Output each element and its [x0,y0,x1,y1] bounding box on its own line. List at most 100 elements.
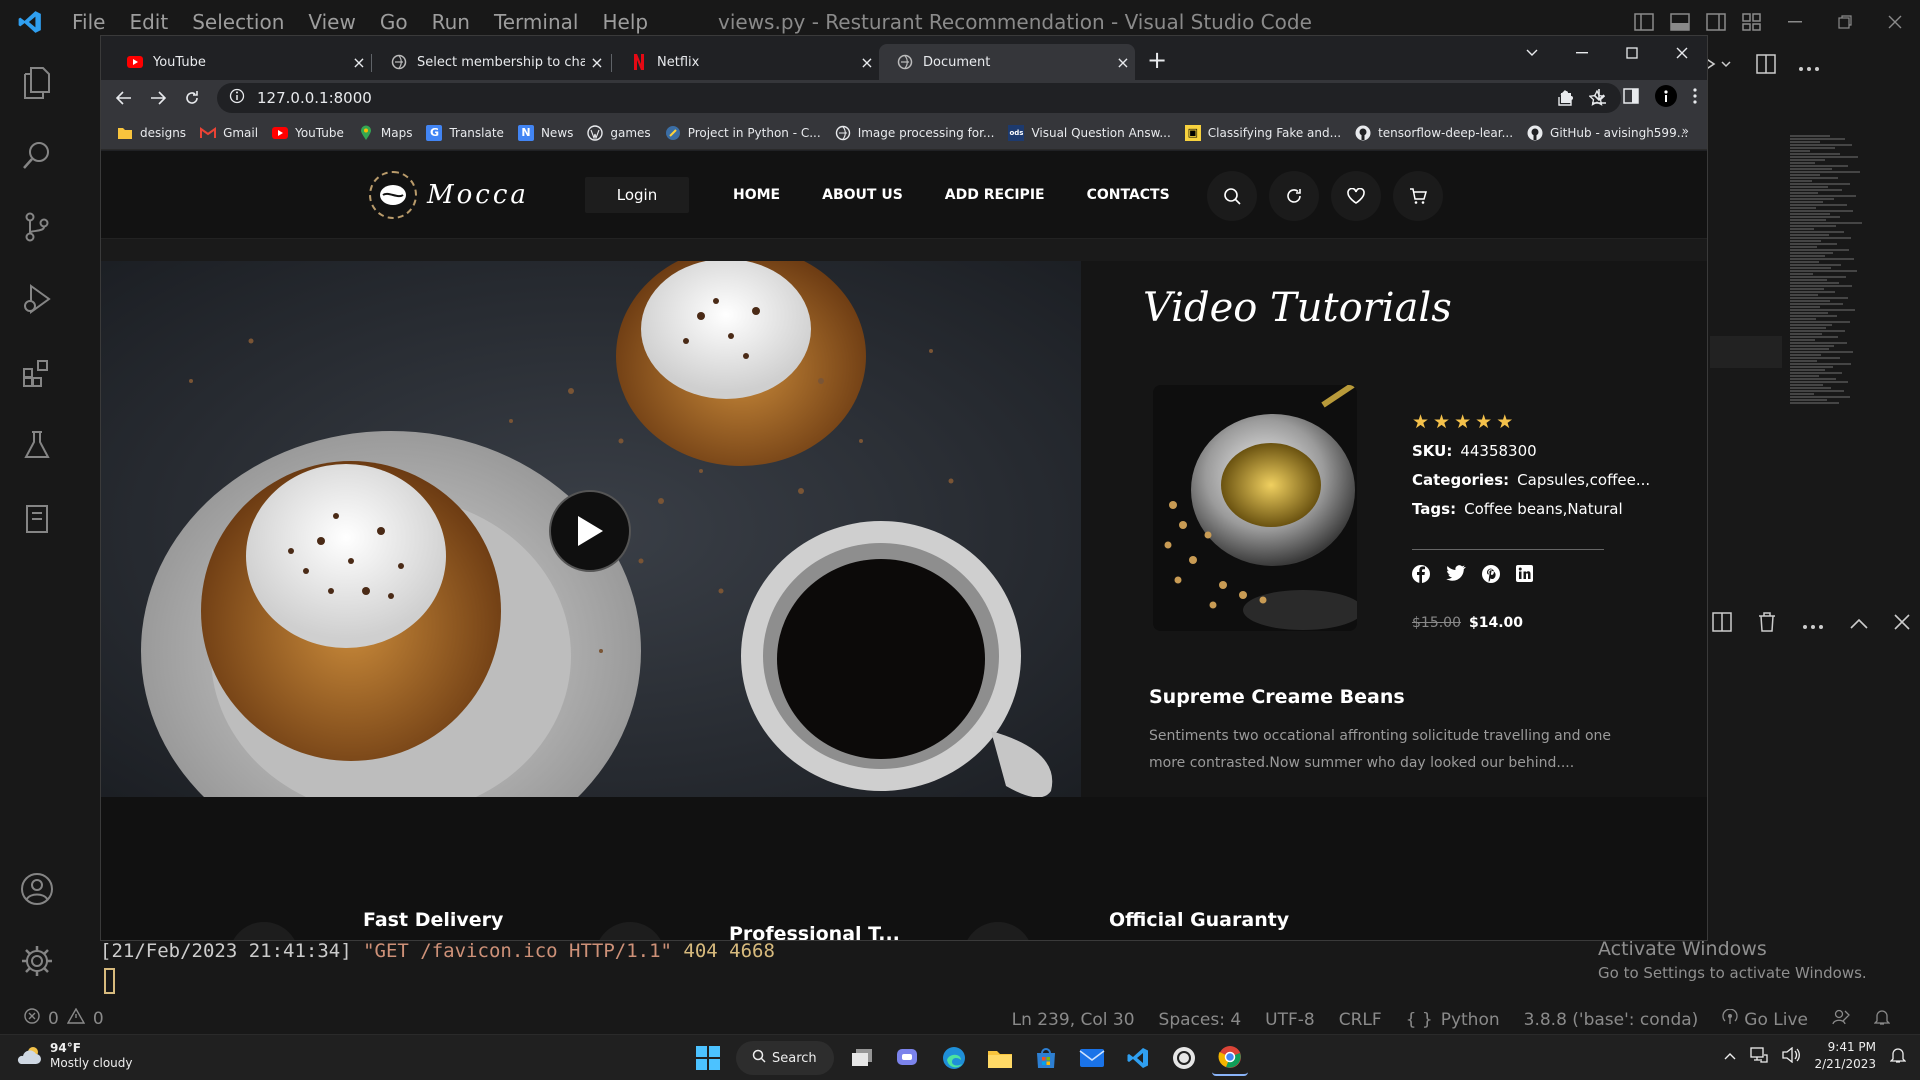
accounts-feedback-icon[interactable] [1832,1009,1850,1030]
reload-icon[interactable] [175,90,209,106]
login-button[interactable]: Login [585,177,689,213]
address-bar[interactable]: 127.0.0.1:8000 [217,83,1621,113]
close-tab-icon[interactable]: × [1111,53,1135,72]
more-actions-icon[interactable] [1798,57,1820,76]
extensions-puzzle-icon[interactable] [1559,88,1575,108]
bookmark-project-python[interactable]: Project in Python - C... [665,125,821,141]
menu-edit[interactable]: Edit [117,10,180,34]
go-live-button[interactable]: Go Live [1722,1008,1808,1030]
close-panel-icon[interactable] [1894,614,1910,634]
profile-avatar[interactable] [1655,85,1677,111]
nav-home[interactable]: HOME [733,187,780,203]
wishlist-heart-icon[interactable] [1331,171,1381,221]
indentation[interactable]: Spaces: 4 [1159,1010,1242,1030]
search-icon[interactable] [14,132,60,178]
system-clock[interactable]: 9:41 PM 2/21/2023 [1814,1039,1876,1073]
forward-arrow-icon[interactable] [141,91,175,105]
minimize-icon[interactable] [1770,0,1820,44]
video-thumbnail[interactable] [101,261,1081,797]
bookmark-news[interactable]: N News [517,124,573,141]
run-debug-icon[interactable] [14,276,60,322]
chrome-minimize-icon[interactable] [1557,36,1607,70]
back-arrow-icon[interactable] [107,91,141,105]
menu-run[interactable]: Run [420,10,482,34]
bookmark-gmail[interactable]: Gmail [200,125,258,141]
customize-layout-icon[interactable] [1734,0,1770,44]
site-search-icon[interactable] [1207,171,1257,221]
cart-icon[interactable] [1393,171,1443,221]
play-video-button[interactable] [549,490,631,572]
maximize-panel-icon[interactable] [1850,615,1868,634]
bookmark-classifying-fake[interactable]: ▣ Classifying Fake and... [1184,124,1341,141]
tab-document[interactable]: Document × [879,44,1135,80]
bookmark-designs[interactable]: designs [117,125,186,141]
source-control-icon[interactable] [14,204,60,250]
more-bookmarks-icon[interactable]: » [1682,124,1689,138]
bookmark-translate[interactable]: G Translate [426,124,504,141]
bookmark-tensorflow[interactable]: tensorflow-deep-lear... [1355,125,1513,141]
tab-search-icon[interactable] [1507,36,1557,70]
mail-icon[interactable] [1074,1040,1110,1076]
cursor-position[interactable]: Ln 239, Col 30 [1012,1010,1135,1030]
edge-browser-icon[interactable] [936,1040,972,1076]
compare-refresh-icon[interactable] [1269,171,1319,221]
tab-youtube[interactable]: YouTube × [109,44,371,80]
close-tab-icon[interactable]: × [347,53,371,72]
volume-icon[interactable] [1782,1046,1801,1066]
end-of-line[interactable]: CRLF [1339,1010,1382,1030]
new-tab-button[interactable]: + [1141,44,1173,76]
error-count[interactable]: 0 [48,1009,59,1029]
teams-chat-icon[interactable] [890,1040,926,1076]
facebook-icon[interactable] [1412,565,1430,587]
chrome-maximize-icon[interactable] [1607,36,1657,70]
product-name[interactable]: Supreme Creame Beans [1149,686,1405,708]
error-icon[interactable] [24,1008,40,1029]
menu-help[interactable]: Help [590,10,660,34]
downloads-icon[interactable] [1591,88,1607,108]
extensions-icon[interactable] [14,350,60,396]
nav-add-recipie[interactable]: ADD RECIPIE [945,187,1045,203]
site-info-icon[interactable] [229,88,245,108]
bookmark-vqa[interactable]: ods Visual Question Answ... [1008,124,1171,141]
chrome-close-icon[interactable] [1657,36,1707,70]
taskbar-search[interactable]: Search [736,1041,834,1075]
warning-icon[interactable] [66,1007,86,1029]
nav-contacts[interactable]: CONTACTS [1087,187,1170,203]
pinterest-icon[interactable] [1482,565,1500,587]
encoding[interactable]: UTF-8 [1265,1010,1315,1030]
start-button[interactable] [690,1040,726,1076]
weather-widget[interactable]: 94°F Mostly cloudy [16,1041,133,1071]
nav-about-us[interactable]: ABOUT US [822,187,903,203]
settings-gear-icon[interactable] [14,938,60,984]
file-explorer-icon[interactable] [982,1040,1018,1076]
url-text[interactable]: 127.0.0.1:8000 [257,89,372,107]
menu-file[interactable]: File [60,10,117,34]
chrome-menu-icon[interactable] [1693,88,1697,108]
ms-store-icon[interactable] [1028,1040,1064,1076]
menu-view[interactable]: View [296,10,367,34]
notifications-bell-icon[interactable] [1873,1008,1891,1031]
notebook-icon[interactable] [14,496,60,542]
language-mode[interactable]: { } Python [1406,1010,1500,1030]
bookmark-github-avisingh[interactable]: GitHub - avisingh599... [1527,125,1688,141]
bookmark-youtube[interactable]: YouTube [272,125,344,141]
close-tab-icon[interactable]: × [585,53,609,72]
bookmark-image-processing[interactable]: Image processing for... [835,125,994,141]
vscode-taskbar-icon[interactable] [1120,1040,1156,1076]
account-icon[interactable] [14,866,60,912]
explorer-icon[interactable] [14,60,60,106]
split-terminal-icon[interactable] [1712,612,1732,636]
bookmark-games[interactable]: games [587,124,651,141]
categories-value[interactable]: Capsules,coffee... [1517,471,1650,489]
task-view-icon[interactable] [844,1040,880,1076]
close-tab-icon[interactable]: × [855,53,879,72]
side-panel-icon[interactable] [1623,88,1639,108]
chatgpt-app-icon[interactable] [1166,1040,1202,1076]
panel-more-icon[interactable] [1802,615,1824,634]
chrome-taskbar-icon[interactable] [1212,1040,1248,1076]
kill-terminal-icon[interactable] [1758,612,1776,636]
warning-count[interactable]: 0 [93,1009,104,1029]
testing-icon[interactable] [14,422,60,468]
notification-bell-icon[interactable] [1889,1046,1907,1067]
tags-value[interactable]: Coffee beans,Natural [1464,500,1623,518]
